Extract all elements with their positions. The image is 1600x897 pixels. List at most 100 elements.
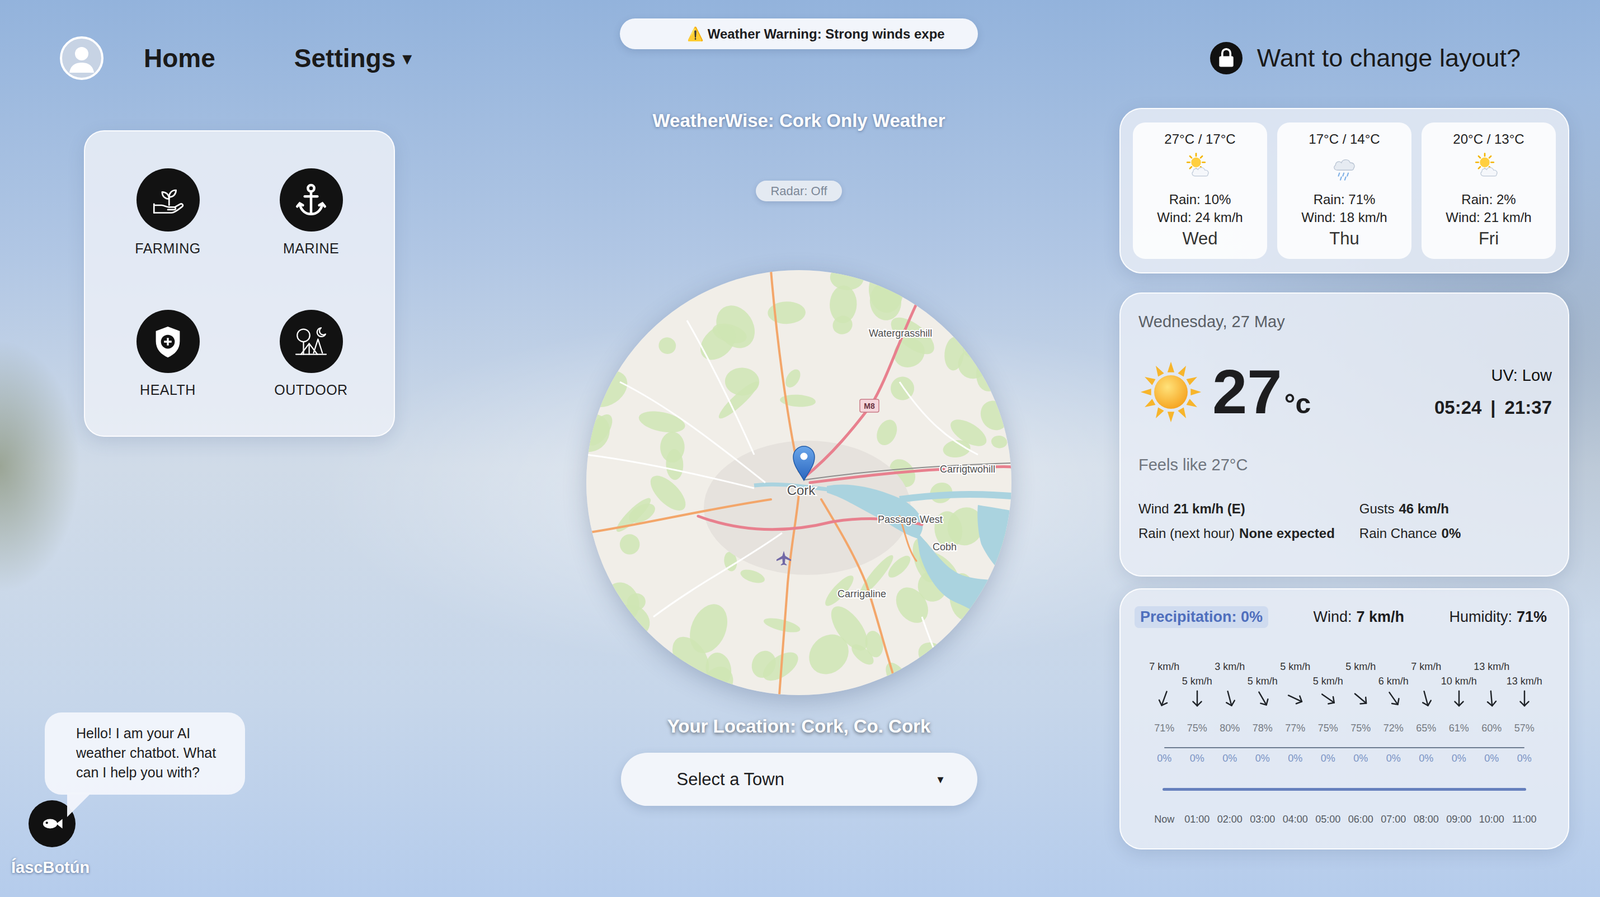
- category-label: HEALTH: [139, 382, 196, 399]
- timeline-bar[interactable]: [1162, 788, 1527, 792]
- location-pin-icon[interactable]: [793, 446, 815, 481]
- humidity-row: 71%75%80%78%77%75%75%72%65%61%60%57%: [1147, 722, 1541, 735]
- town-select[interactable]: Select a Town▾: [620, 753, 978, 807]
- hourly-humidity: 65%: [1409, 722, 1443, 735]
- detail-item: Rain Chance0%: [1359, 525, 1552, 542]
- forecast-temps: 20°C / 13°C: [1452, 131, 1524, 148]
- map-place-label: Cobh: [932, 541, 957, 553]
- sun-times: UV: Low05:24|21:37: [1434, 366, 1552, 419]
- hourly-time: 04:00: [1278, 813, 1312, 826]
- hourly-time: 01:00: [1180, 813, 1214, 826]
- wind-summary-value: 7 km/h: [1356, 608, 1405, 626]
- forecast-rain: Rain: 10%: [1169, 191, 1232, 208]
- category-label: MARINE: [283, 240, 340, 257]
- user-avatar-icon[interactable]: [59, 35, 105, 81]
- weather-warning-ticker: ⚠️ Weather Warning: Strong winds expe: [619, 18, 978, 50]
- detail-item: Rain (next hour)None expected: [1138, 525, 1335, 542]
- airport-icon: [776, 551, 792, 566]
- top-nav: Home Settings▾: [0, 34, 502, 82]
- change-layout-button[interactable]: Want to change layout?: [1210, 41, 1521, 75]
- forecast-card: 27°C / 17°CRain: 10%Wind: 24 km/hWed17°C…: [1119, 107, 1570, 274]
- current-location: Your Location: Cork, Co. Cork: [667, 715, 931, 738]
- hourly-wind-speed: 5 km/h: [1313, 675, 1344, 688]
- map[interactable]: M8WatergrasshillCarrigtwohillCorkPassage…: [586, 270, 1012, 696]
- category-button[interactable]: MARINE: [239, 168, 383, 257]
- hourly-summary: Precipitation: 0%Wind:7 km/hHumidity:71%: [1134, 606, 1547, 629]
- current-main-row: 27°cUV: Low05:24|21:37: [1138, 359, 1552, 425]
- hand-sprout-icon: [147, 180, 188, 221]
- hourly-humidity: 75%: [1311, 722, 1345, 735]
- wind-arrow-icon: [1217, 686, 1242, 711]
- sunrise-time: 05:24: [1434, 397, 1482, 418]
- hourly-time: 07:00: [1377, 813, 1411, 826]
- category-icon-circle: [279, 309, 343, 374]
- hourly-humidity: 71%: [1147, 722, 1181, 735]
- category-button[interactable]: FARMING: [96, 168, 240, 257]
- forecast-day-name: Fri: [1478, 228, 1499, 249]
- temperature-unit: °c: [1284, 389, 1312, 418]
- current-weather-card: Wednesday, 27 May27°cUV: Low05:24|21:37F…: [1119, 292, 1570, 577]
- wind-speed-row: 7 km/h5 km/h3 km/h5 km/h5 km/h5 km/h5 km…: [1147, 660, 1541, 688]
- uv-index: UV: Low: [1490, 366, 1552, 385]
- health-shield-icon: [147, 321, 188, 362]
- wind-arrow-icon: [1282, 685, 1308, 712]
- detail-label: Gusts: [1359, 501, 1395, 517]
- category-button[interactable]: OUTDOOR: [239, 309, 383, 399]
- hourly-precipitation: 0%: [1180, 752, 1214, 765]
- chat-message: Hello! I am your AI weather chatbot. Wha…: [76, 725, 216, 781]
- ticker-text: ⚠️ Weather Warning: Strong winds expe: [686, 26, 945, 42]
- forecast-day[interactable]: 20°C / 13°C Rain: 2%Wind: 21 km/h Fri: [1421, 122, 1556, 260]
- hourly-wind-speed: 5 km/h: [1247, 675, 1278, 688]
- nav-link[interactable]: Settings▾: [294, 43, 413, 74]
- hourly-humidity: 61%: [1442, 722, 1476, 735]
- wind-summary: Wind:7 km/h: [1313, 608, 1405, 627]
- map-canvas[interactable]: M8WatergrasshillCarrigtwohillCorkPassage…: [586, 270, 1012, 696]
- category-card: FARMING MARINE HEALTH OUTDOOR: [83, 130, 395, 437]
- detail-value: 21 km/h (E): [1173, 501, 1246, 517]
- change-layout-label: Want to change layout?: [1257, 43, 1521, 73]
- category-button[interactable]: HEALTH: [96, 309, 240, 399]
- hourly-humidity: 72%: [1377, 722, 1411, 735]
- app-title: WeatherWise: Cork Only Weather: [652, 109, 946, 133]
- center-column: WeatherWise: Cork Only Weather Radar: Off…: [501, 100, 1097, 897]
- hourly-humidity: 57%: [1508, 722, 1542, 735]
- current-date: Wednesday, 27 May: [1138, 311, 1552, 332]
- map-place-label: Carrigaline: [837, 588, 887, 600]
- anchor-icon: [290, 180, 332, 221]
- category-label: OUTDOOR: [274, 382, 348, 399]
- detail-item: Wind21 km/h (E): [1138, 501, 1335, 517]
- detail-label: Wind: [1138, 501, 1170, 517]
- precipitation-line-chart: [1147, 736, 1541, 752]
- chatbot: Hello! I am your AI weather chatbot. Wha…: [0, 712, 502, 897]
- right-column: 27°C / 17°CRain: 10%Wind: 24 km/hWed17°C…: [1096, 100, 1600, 897]
- wind-arrow-icon: [1514, 689, 1534, 709]
- radar-toggle[interactable]: Radar: Off: [755, 180, 842, 202]
- map-roads: [586, 270, 1012, 696]
- humidity-summary-value: 71%: [1516, 608, 1547, 626]
- wind-arrow-icon: [1380, 685, 1407, 712]
- humidity-summary-label: Humidity:: [1448, 608, 1513, 626]
- forecast-wind: Wind: 21 km/h: [1445, 209, 1532, 226]
- category-icon-circle: [136, 309, 200, 374]
- forecast-day[interactable]: 27°C / 17°CRain: 10%Wind: 24 km/hWed: [1132, 122, 1268, 260]
- forecast-rain: Rain: 2%: [1461, 191, 1516, 208]
- hourly-wind-speed: 7 km/h: [1410, 660, 1442, 674]
- hourly-humidity: 80%: [1213, 722, 1247, 735]
- lock-icon: [1210, 41, 1243, 75]
- partly-sunny-icon: [1184, 151, 1216, 183]
- forecast-temps: 17°C / 14°C: [1308, 131, 1380, 148]
- hourly-precipitation: 0%: [1442, 752, 1476, 765]
- rain-cloud-icon: [1328, 151, 1360, 183]
- category-icon-circle: [136, 168, 200, 232]
- detail-item: Gusts46 km/h: [1359, 501, 1552, 517]
- hourly-precipitation: 0%: [1377, 752, 1411, 765]
- hourly-wind-speed: 3 km/h: [1214, 660, 1245, 674]
- time-row: Now01:0002:0003:0004:0005:0006:0007:0008…: [1147, 813, 1541, 826]
- forecast-day[interactable]: 17°C / 14°CRain: 71%Wind: 18 km/hThu: [1277, 122, 1412, 260]
- nav-link[interactable]: Home: [143, 43, 216, 74]
- wind-arrow-icon: [1481, 688, 1503, 710]
- forecast-day-name: Wed: [1182, 228, 1218, 249]
- hourly-time: 09:00: [1442, 813, 1476, 826]
- hourly-wind-speed: 6 km/h: [1378, 675, 1409, 688]
- detail-value: None expected: [1239, 525, 1335, 541]
